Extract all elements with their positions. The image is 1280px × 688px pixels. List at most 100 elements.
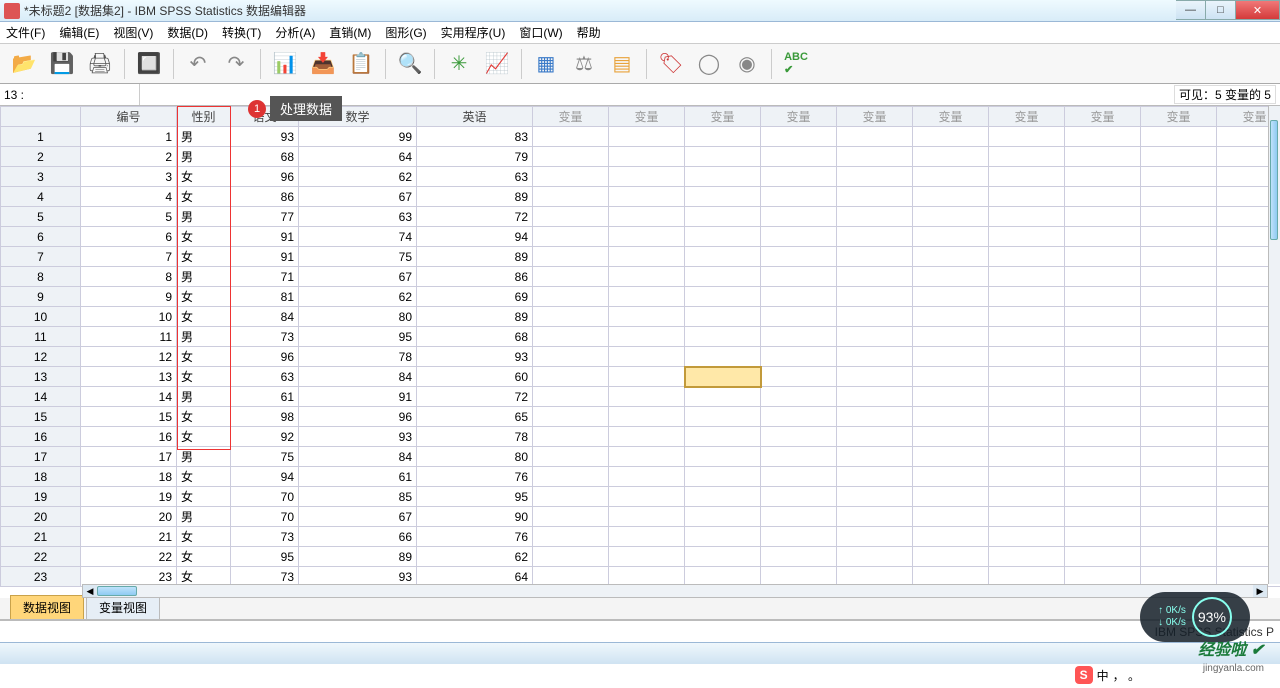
data-cell[interactable]	[1065, 227, 1141, 247]
split-file-icon[interactable]: ▦	[530, 48, 562, 80]
data-cell[interactable]	[533, 507, 609, 527]
row-number[interactable]: 4	[1, 187, 81, 207]
data-cell[interactable]: 90	[417, 507, 533, 527]
data-cell[interactable]	[989, 547, 1065, 567]
data-cell[interactable]: 99	[299, 127, 417, 147]
row-number[interactable]: 11	[1, 327, 81, 347]
select-cases-icon[interactable]: ▤	[606, 48, 638, 80]
menu-item-3[interactable]: 数据(D)	[167, 24, 208, 41]
data-cell[interactable]	[1065, 427, 1141, 447]
titlebar[interactable]: *未标题2 [数据集2] - IBM SPSS Statistics 数据编辑器…	[0, 0, 1280, 22]
data-cell[interactable]	[761, 287, 837, 307]
data-cell[interactable]	[761, 167, 837, 187]
data-cell[interactable]: 22	[81, 547, 177, 567]
variables-icon[interactable]: 📋	[345, 48, 377, 80]
data-grid[interactable]: 编号性别语文数学英语变量变量变量变量变量变量变量变量变量变量 11男939983…	[0, 106, 1280, 587]
data-cell[interactable]: 95	[299, 327, 417, 347]
data-cell[interactable]: 13	[81, 367, 177, 387]
data-cell[interactable]	[761, 527, 837, 547]
data-cell[interactable]: 68	[417, 327, 533, 347]
data-cell[interactable]: 92	[231, 427, 299, 447]
corner-cell[interactable]	[1, 107, 81, 127]
data-cell[interactable]	[609, 487, 685, 507]
data-cell[interactable]: 93	[299, 427, 417, 447]
data-cell[interactable]: 男	[177, 147, 231, 167]
data-cell[interactable]	[533, 547, 609, 567]
data-cell[interactable]	[533, 407, 609, 427]
data-cell[interactable]: 70	[231, 507, 299, 527]
goto-variable-icon[interactable]: 📥	[307, 48, 339, 80]
data-cell[interactable]: 78	[299, 347, 417, 367]
data-cell[interactable]	[533, 147, 609, 167]
data-cell[interactable]	[609, 507, 685, 527]
data-cell[interactable]	[989, 247, 1065, 267]
data-cell[interactable]	[609, 247, 685, 267]
data-cell[interactable]	[913, 387, 989, 407]
goto-case-icon[interactable]: 📊	[269, 48, 301, 80]
data-cell[interactable]	[1065, 347, 1141, 367]
data-cell[interactable]	[837, 547, 913, 567]
data-cell[interactable]	[989, 527, 1065, 547]
data-cell[interactable]: 4	[81, 187, 177, 207]
data-cell[interactable]	[837, 247, 913, 267]
data-cell[interactable]	[1065, 387, 1141, 407]
data-cell[interactable]: 94	[417, 227, 533, 247]
data-cell[interactable]: 61	[299, 467, 417, 487]
data-cell[interactable]	[609, 527, 685, 547]
data-cell[interactable]: 61	[231, 387, 299, 407]
data-cell[interactable]	[989, 447, 1065, 467]
data-cell[interactable]	[837, 207, 913, 227]
data-cell[interactable]	[1141, 127, 1217, 147]
data-cell[interactable]	[913, 187, 989, 207]
data-cell[interactable]	[685, 427, 761, 447]
data-cell[interactable]	[685, 507, 761, 527]
save-icon[interactable]: 💾	[46, 48, 78, 80]
data-cell[interactable]	[1141, 447, 1217, 467]
data-cell[interactable]	[989, 187, 1065, 207]
data-cell[interactable]	[761, 347, 837, 367]
data-cell[interactable]	[761, 327, 837, 347]
data-cell[interactable]	[1065, 147, 1141, 167]
hscroll-left-arrow[interactable]: ◀	[83, 585, 97, 597]
data-cell[interactable]	[837, 327, 913, 347]
data-cell[interactable]	[761, 267, 837, 287]
horizontal-scrollbar[interactable]: ◀ ▶	[82, 584, 1268, 598]
data-cell[interactable]: 男	[177, 327, 231, 347]
redo-icon[interactable]: ↷	[220, 48, 252, 80]
data-cell[interactable]	[761, 447, 837, 467]
data-cell[interactable]	[1141, 527, 1217, 547]
data-cell[interactable]	[1065, 447, 1141, 467]
row-number[interactable]: 6	[1, 227, 81, 247]
column-header[interactable]: 变量	[609, 107, 685, 127]
data-cell[interactable]	[685, 527, 761, 547]
data-cell[interactable]	[837, 347, 913, 367]
data-cell[interactable]: 89	[417, 247, 533, 267]
data-cell[interactable]: 3	[81, 167, 177, 187]
data-cell[interactable]	[913, 407, 989, 427]
data-cell[interactable]	[533, 327, 609, 347]
data-cell[interactable]	[913, 247, 989, 267]
data-cell[interactable]: 67	[299, 267, 417, 287]
data-cell[interactable]	[685, 407, 761, 427]
data-cell[interactable]	[837, 127, 913, 147]
data-cell[interactable]	[609, 547, 685, 567]
data-cell[interactable]	[533, 127, 609, 147]
menu-item-6[interactable]: 直销(M)	[329, 24, 371, 41]
data-cell[interactable]	[533, 207, 609, 227]
data-cell[interactable]: 91	[231, 227, 299, 247]
data-cell[interactable]: 男	[177, 267, 231, 287]
data-cell[interactable]	[913, 287, 989, 307]
data-cell[interactable]	[533, 307, 609, 327]
data-cell[interactable]: 8	[81, 267, 177, 287]
data-cell[interactable]	[837, 447, 913, 467]
row-number[interactable]: 10	[1, 307, 81, 327]
data-cell[interactable]	[533, 267, 609, 287]
menu-item-10[interactable]: 帮助	[577, 24, 601, 41]
data-cell[interactable]: 83	[417, 127, 533, 147]
data-cell[interactable]	[761, 547, 837, 567]
menu-item-0[interactable]: 文件(F)	[6, 24, 45, 41]
data-cell[interactable]	[1065, 247, 1141, 267]
data-cell[interactable]: 16	[81, 427, 177, 447]
vertical-scrollbar[interactable]	[1268, 106, 1280, 584]
data-cell[interactable]	[761, 407, 837, 427]
